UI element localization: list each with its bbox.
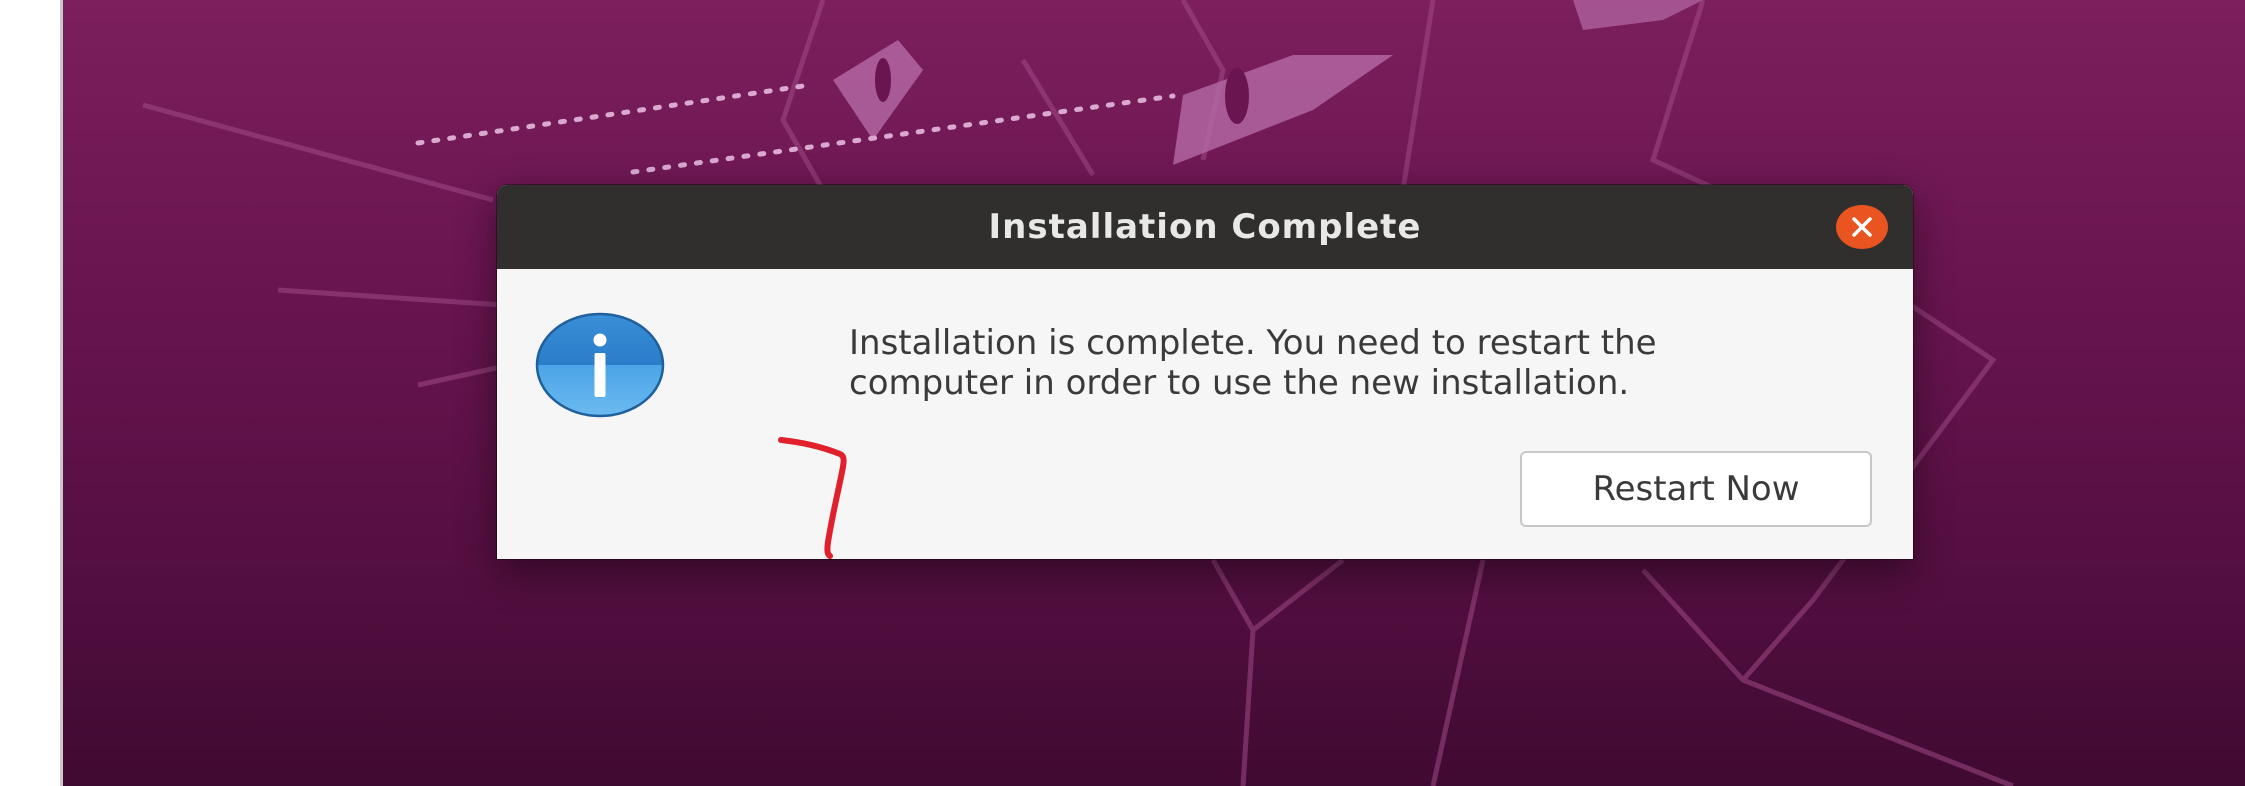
dialog-title: Installation Complete: [988, 207, 1422, 247]
restart-now-button[interactable]: Restart Now: [1520, 451, 1872, 527]
info-icon: [535, 312, 665, 418]
message-line-1: Installation is complete. You need to re…: [849, 323, 1657, 363]
message-line-2: computer in order to use the new install…: [849, 363, 1630, 403]
close-icon: [1852, 217, 1872, 237]
installation-complete-dialog: Installation Complete Installation is co…: [497, 185, 1913, 559]
close-button[interactable]: [1836, 205, 1888, 249]
dialog-message: Installation is complete. You need to re…: [849, 323, 1809, 403]
red-pen-annotation: [778, 437, 847, 559]
page-margin: [0, 0, 60, 786]
